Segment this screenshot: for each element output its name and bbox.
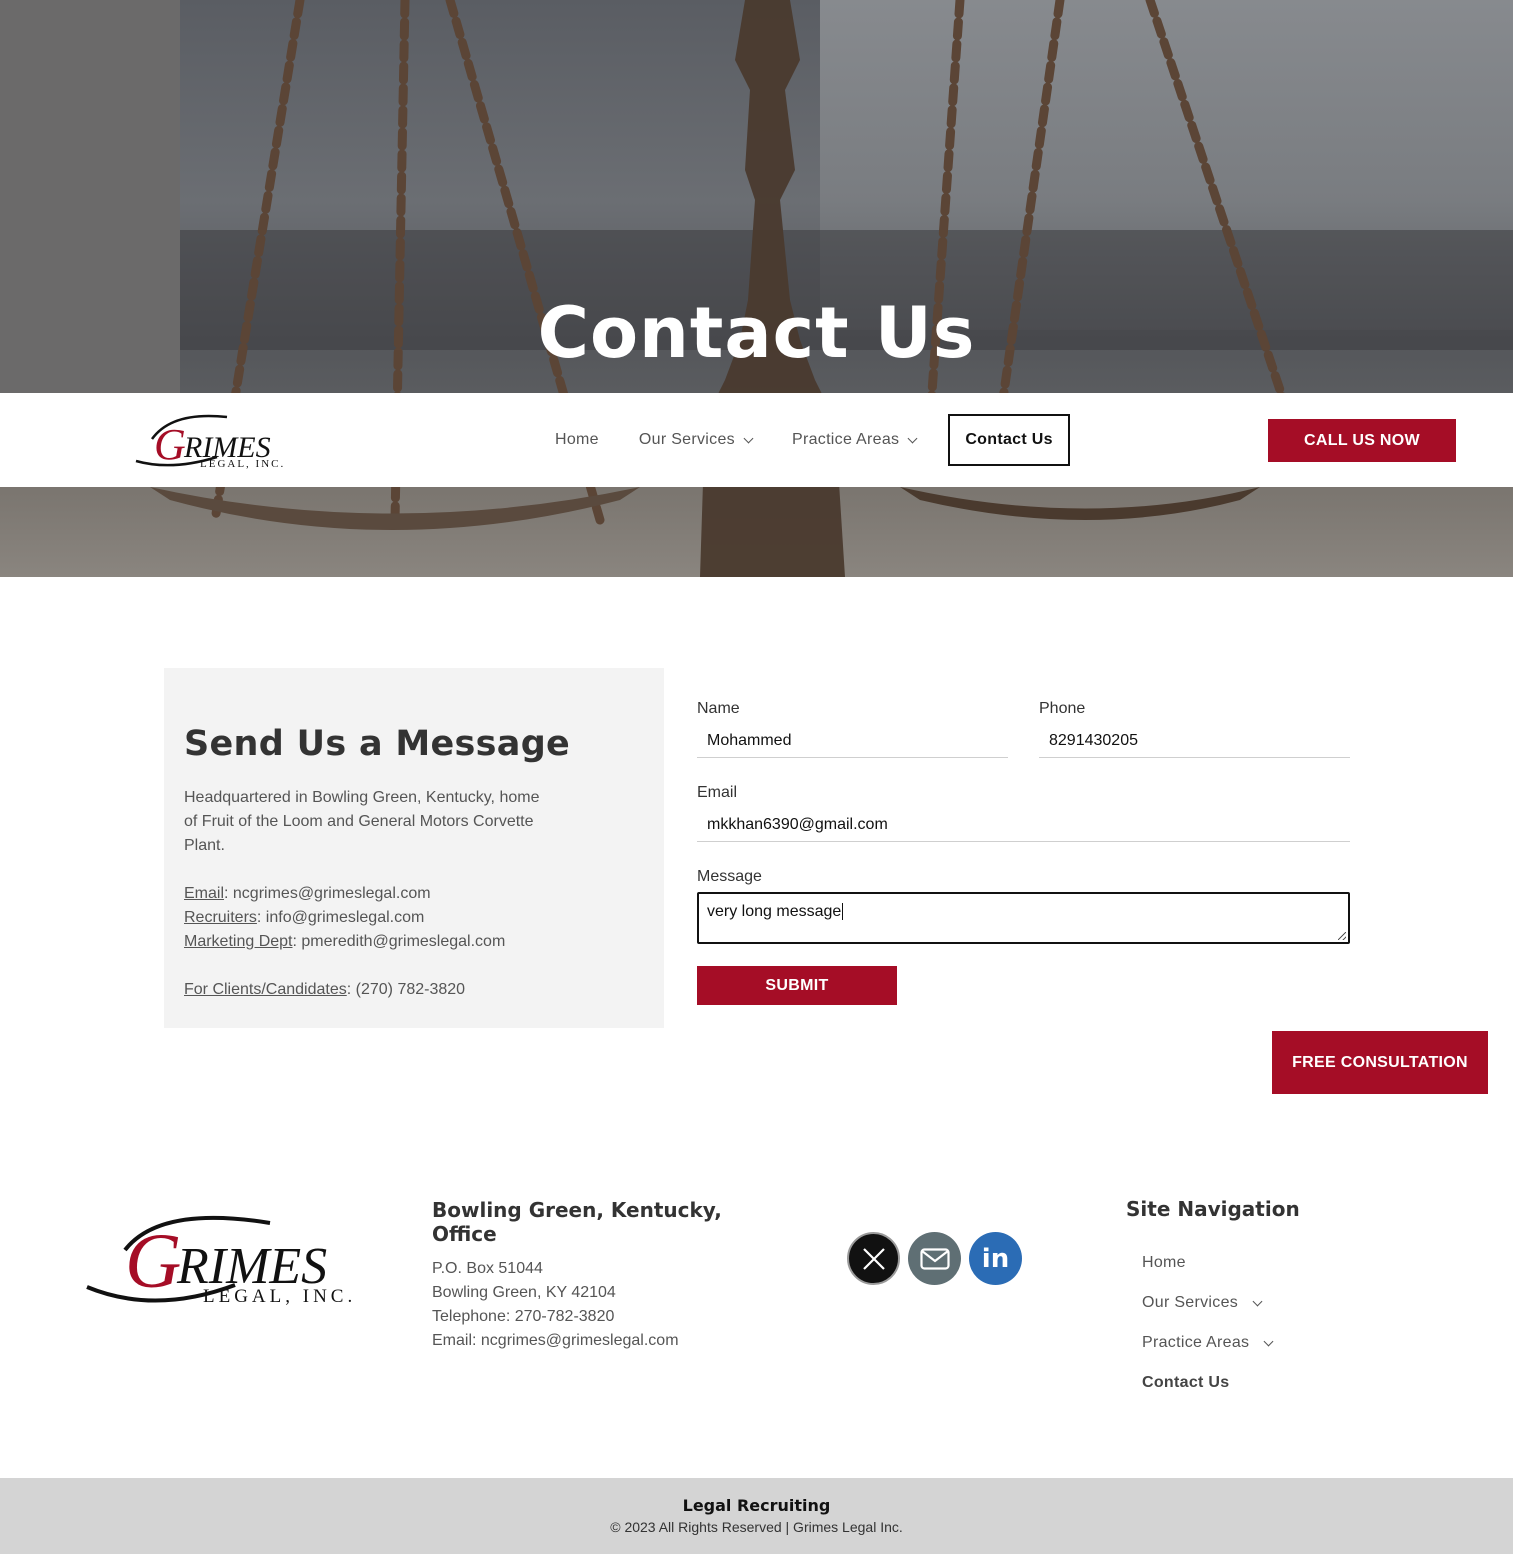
nav-item-label: Home [555, 431, 599, 448]
nav-item-our-services[interactable]: Our Services [619, 414, 772, 466]
phone-group: Phone 8291430205 [1039, 700, 1350, 758]
send-message-heading: Send Us a Message [184, 724, 571, 764]
office-details: P.O. Box 51044 Bowling Green, KY 42104 T… [432, 1257, 732, 1353]
linkedin-icon[interactable]: in [969, 1232, 1022, 1285]
scales-of-justice-image [150, 0, 1295, 577]
site-nav-list: Home Our Services Practice Areas Contact… [1126, 1243, 1300, 1403]
grimes-footer-logo[interactable]: G RIMES LEGAL, INC. [85, 1205, 390, 1307]
email-field[interactable]: mkkhan6390@gmail.com [697, 808, 1350, 842]
nav-item-contact-us[interactable]: Contact Us [948, 414, 1070, 466]
recruiters-value: : info@grimeslegal.com [256, 909, 425, 926]
nav-item-label: Our Services [638, 431, 735, 448]
logo-letter-g: G [154, 420, 186, 469]
grimes-logo[interactable]: G RIMES LEGAL, INC. [132, 409, 307, 471]
nav-item-practice-areas[interactable]: Practice Areas [772, 414, 936, 466]
bottom-title: Legal Recruiting [682, 1496, 831, 1515]
email-label: Email [697, 784, 738, 801]
hq-description: Headquartered in Bowling Green, Kentucky… [184, 789, 540, 854]
site-nav-heading: Site Navigation [1126, 1197, 1300, 1221]
site-nav-label: Practice Areas [1142, 1334, 1250, 1351]
contact-info-panel: Send Us a Message Headquartered in Bowli… [164, 668, 664, 1028]
nav-item-label: Practice Areas [791, 431, 900, 448]
chevron-down-icon [907, 433, 918, 443]
x-logo-glyph [862, 1247, 885, 1270]
envelope-glyph [919, 1247, 950, 1270]
name-label: Name [697, 700, 740, 717]
office-heading: Bowling Green, Kentucky, Office [432, 1198, 722, 1246]
recruiters-line: Recruiters: info@grimeslegal.com [184, 906, 644, 930]
mail-icon[interactable] [908, 1232, 961, 1285]
form-row-name-phone: Name Mohammed Phone 8291430205 [697, 700, 1350, 758]
phone-field[interactable]: 8291430205 [1039, 724, 1350, 758]
clients-line: For Clients/Candidates: (270) 782-3820 [184, 978, 644, 1002]
office-info: Bowling Green, Kentucky, Office P.O. Box… [432, 1198, 732, 1353]
message-group: Message very long message [697, 868, 1350, 944]
telephone-line[interactable]: Telephone: 270-782-3820 [432, 1305, 732, 1329]
email-line[interactable]: Email: ncgrimes@grimeslegal.com [432, 1329, 732, 1353]
site-nav-label: Home [1142, 1254, 1186, 1271]
site-navigation: Site Navigation Home Our Services Practi… [1126, 1197, 1300, 1403]
nav-item-home[interactable]: Home [535, 414, 619, 466]
site-nav-label: Our Services [1142, 1294, 1239, 1311]
contact-emails: Email: ncgrimes@grimeslegal.com Recruite… [184, 882, 644, 954]
clients-link[interactable]: For Clients/Candidates [184, 981, 347, 998]
email-value: : ncgrimes@grimeslegal.com [224, 885, 431, 902]
chevron-down-icon [1252, 1296, 1263, 1306]
marketing-link[interactable]: Marketing Dept [184, 933, 293, 950]
logo-subtitle: LEGAL, INC. [203, 1286, 356, 1307]
site-nav-label: Contact Us [1142, 1374, 1230, 1391]
linkedin-glyph: in [981, 1243, 1010, 1274]
message-textarea[interactable]: very long message [697, 892, 1350, 944]
po-box: P.O. Box 51044 [432, 1260, 543, 1277]
nav-menu: Home Our Services Practice Areas Contact… [535, 413, 1070, 467]
name-group: Name Mohammed [697, 700, 1008, 758]
marketing-line: Marketing Dept: pmeredith@grimeslegal.co… [184, 930, 644, 954]
hero-title: Contact Us [537, 292, 976, 374]
call-us-now-button[interactable]: CALL US NOW [1268, 419, 1456, 462]
marketing-value: : pmeredith@grimeslegal.com [292, 933, 506, 950]
nav-item-label: Contact Us [965, 431, 1053, 448]
email-group: Email mkkhan6390@gmail.com [697, 784, 1350, 842]
site-nav-item-practice-areas[interactable]: Practice Areas [1142, 1323, 1300, 1363]
chevron-down-icon [1263, 1336, 1274, 1346]
contact-form: Name Mohammed Phone 8291430205 Email mkk… [697, 700, 1350, 1005]
message-label: Message [697, 868, 762, 885]
logo-subtitle: LEGAL, INC. [200, 458, 285, 470]
phone-label: Phone [1039, 700, 1086, 717]
email-line: Email: ncgrimes@grimeslegal.com [184, 882, 644, 906]
social-links: in [847, 1232, 1030, 1285]
main-navbar: G RIMES LEGAL, INC. Home Our Services Pr… [0, 393, 1513, 487]
hero-banner: Contact Us [0, 0, 1513, 577]
recruiters-link[interactable]: Recruiters [184, 909, 257, 926]
bottom-bar: Legal Recruiting © 2023 All Rights Reser… [0, 1478, 1513, 1554]
chevron-down-icon [743, 433, 754, 443]
copyright: © 2023 All Rights Reserved | Grimes Lega… [610, 1519, 903, 1535]
name-field[interactable]: Mohammed [697, 724, 1008, 758]
message-text: very long message [707, 903, 842, 920]
submit-button[interactable]: SUBMIT [697, 966, 897, 1005]
site-nav-item-our-services[interactable]: Our Services [1142, 1283, 1300, 1323]
site-nav-item-home[interactable]: Home [1142, 1243, 1300, 1283]
text-cursor [842, 903, 844, 920]
resize-handle-icon[interactable] [1338, 932, 1346, 940]
clients-value: : (270) 782-3820 [346, 981, 466, 998]
city-line: Bowling Green, KY 42104 [432, 1284, 616, 1301]
free-consultation-button[interactable]: FREE CONSULTATION [1272, 1031, 1488, 1094]
email-link[interactable]: Email [184, 885, 224, 902]
site-nav-item-contact-us[interactable]: Contact Us [1142, 1363, 1300, 1403]
x-icon[interactable] [847, 1232, 900, 1285]
logo-letter-g: G [125, 1217, 181, 1304]
